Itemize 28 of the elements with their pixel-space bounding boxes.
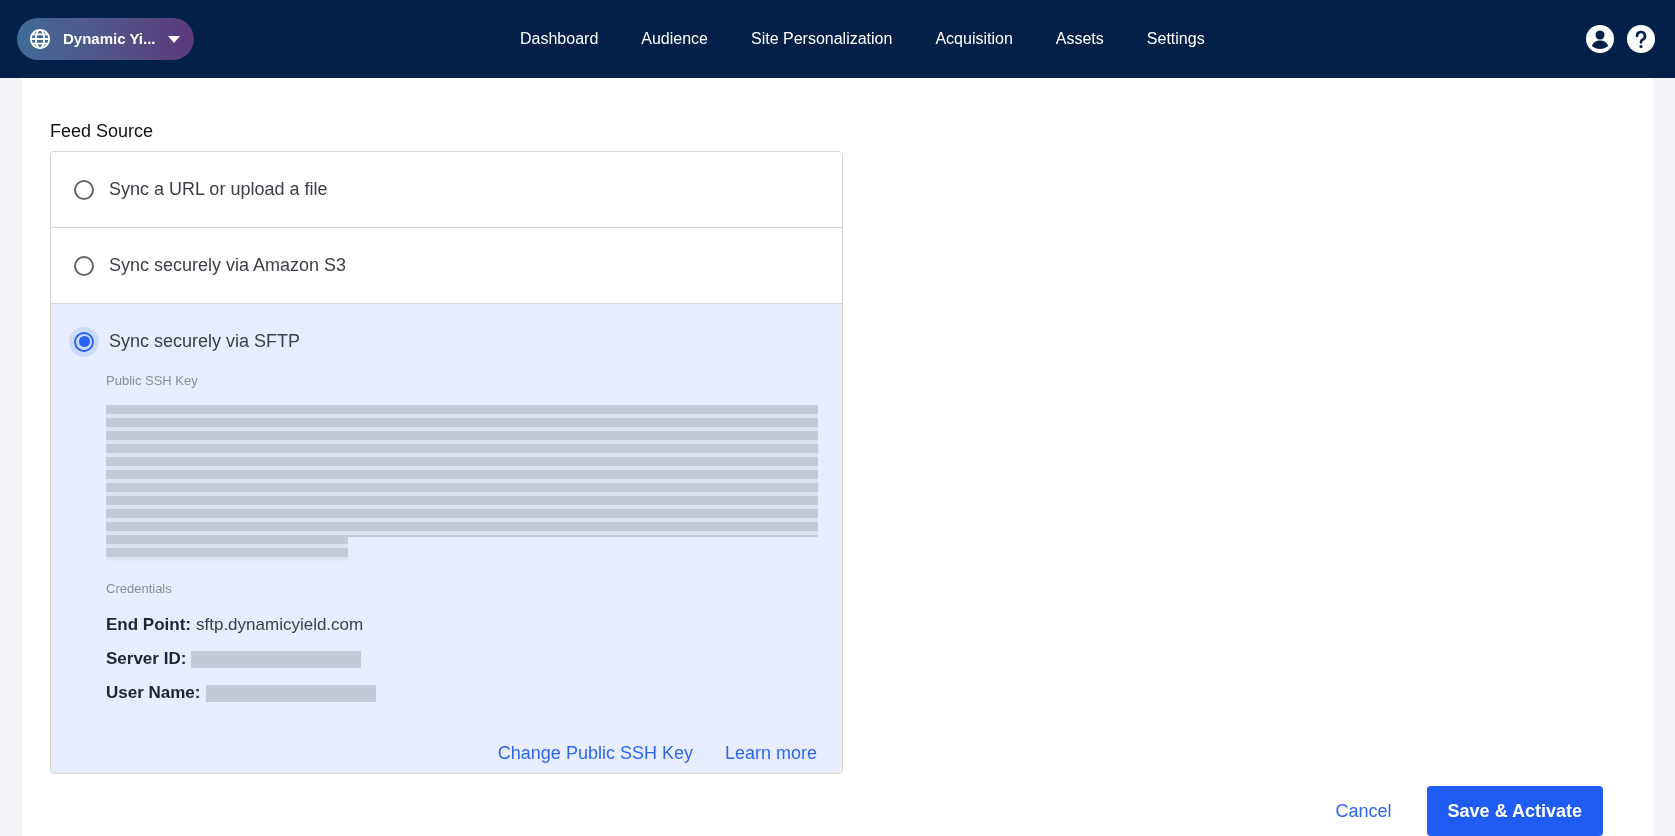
- credential-label: Server ID:: [106, 648, 187, 671]
- nav-link[interactable]: Dashboard: [520, 27, 599, 51]
- cancel-button[interactable]: Cancel: [1335, 797, 1392, 825]
- link[interactable]: Change Public SSH Key: [497, 740, 693, 767]
- link[interactable]: Learn more: [724, 740, 817, 767]
- radio-button[interactable]: [74, 255, 94, 276]
- credential-label: User Name:: [106, 682, 201, 705]
- user-icon[interactable]: [1586, 25, 1614, 53]
- caret-icon: [167, 35, 180, 43]
- nav-link[interactable]: Audience: [641, 27, 708, 51]
- field-label: Credentials: [106, 579, 173, 598]
- radio-button[interactable]: [69, 326, 99, 357]
- account-selector[interactable]: Dynamic Yi...: [17, 18, 194, 60]
- option-label: Sync a URL or upload a file: [109, 178, 328, 201]
- section-title: Feed Source: [50, 120, 155, 143]
- save-button[interactable]: Save & Activate: [1426, 786, 1603, 836]
- option-label: Sync securely via Amazon S3: [109, 254, 347, 277]
- globe-icon: [29, 28, 51, 50]
- credential-value: sftp.dynamicyield.com: [196, 614, 364, 637]
- nav-link[interactable]: Settings: [1146, 27, 1205, 51]
- nav-link[interactable]: Assets: [1055, 27, 1104, 51]
- nav-link[interactable]: Site Personalization: [751, 27, 893, 51]
- field-label: Public SSH Key: [106, 372, 199, 390]
- credential-label: End Point:: [106, 614, 191, 637]
- help-icon[interactable]: [1627, 25, 1655, 53]
- option-label: Sync securely via SFTP: [109, 330, 301, 353]
- nav-link[interactable]: Acquisition: [935, 27, 1013, 51]
- radio-button[interactable]: [74, 179, 94, 200]
